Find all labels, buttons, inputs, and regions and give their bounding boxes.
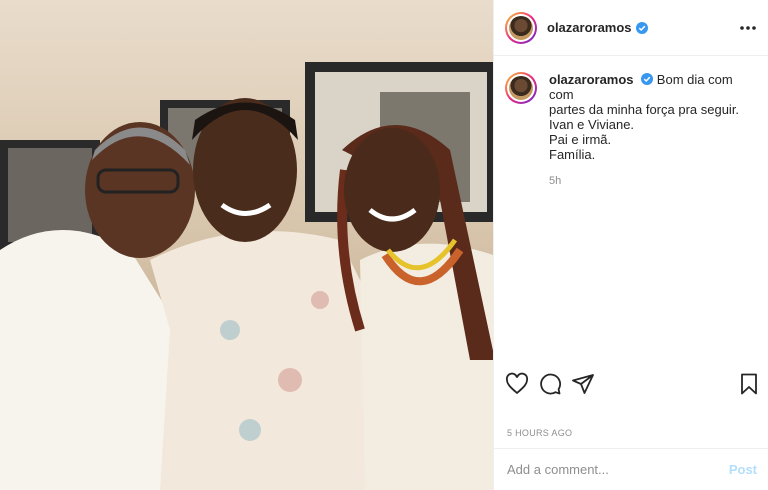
- caption-text: olazaroramos Bom dia com com partes da m…: [549, 72, 759, 189]
- more-icon[interactable]: [738, 18, 758, 38]
- header-username[interactable]: olazaroramos: [547, 20, 632, 35]
- action-bar: [494, 370, 768, 398]
- photo-illustration: [0, 62, 493, 490]
- comment-bar: Post: [494, 448, 768, 490]
- caption-line-2: partes da minha força pra seguir.: [549, 102, 740, 117]
- post-comment-button[interactable]: Post: [729, 462, 757, 477]
- caption-line-5: Família.: [549, 147, 596, 162]
- share-icon[interactable]: [571, 372, 595, 396]
- caption-timestamp[interactable]: 5h: [549, 174, 759, 189]
- verified-icon: [641, 73, 654, 85]
- caption-avatar[interactable]: [505, 72, 537, 104]
- caption: olazaroramos Bom dia com com partes da m…: [505, 72, 760, 189]
- comment-input[interactable]: [507, 462, 729, 477]
- bookmark-icon[interactable]: [737, 372, 761, 396]
- post-photo[interactable]: [0, 0, 493, 490]
- post-sidebar: olazaroramos olazaroramos Bom dia com co…: [493, 0, 768, 490]
- caption-username[interactable]: olazaroramos: [549, 72, 634, 87]
- caption-line-4: Pai e irmã.: [549, 132, 612, 147]
- avatar[interactable]: [505, 11, 537, 44]
- post-header: olazaroramos: [494, 0, 768, 56]
- verified-icon: [635, 21, 648, 34]
- caption-line-3: Ivan e Viviane.: [549, 117, 635, 132]
- heart-icon[interactable]: [505, 372, 529, 396]
- comment-icon[interactable]: [538, 372, 562, 396]
- posted-time[interactable]: 5 HOURS AGO: [507, 428, 572, 438]
